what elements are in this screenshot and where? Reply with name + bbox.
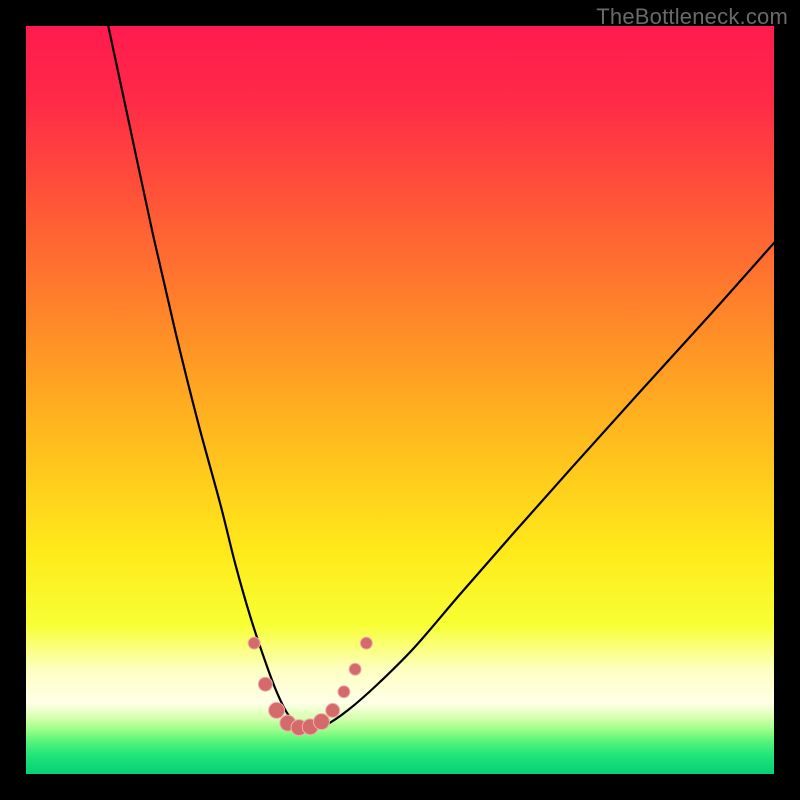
highlight-dot: [269, 702, 285, 718]
chart-frame: TheBottleneck.com: [0, 0, 800, 800]
highlight-dot: [258, 677, 272, 691]
highlight-dot: [349, 663, 361, 675]
bottleneck-plot: [26, 26, 774, 774]
highlight-dot: [326, 703, 340, 717]
highlight-dot: [313, 714, 329, 730]
highlight-dot: [248, 637, 260, 649]
highlight-dot: [360, 637, 372, 649]
highlight-dot: [338, 686, 350, 698]
